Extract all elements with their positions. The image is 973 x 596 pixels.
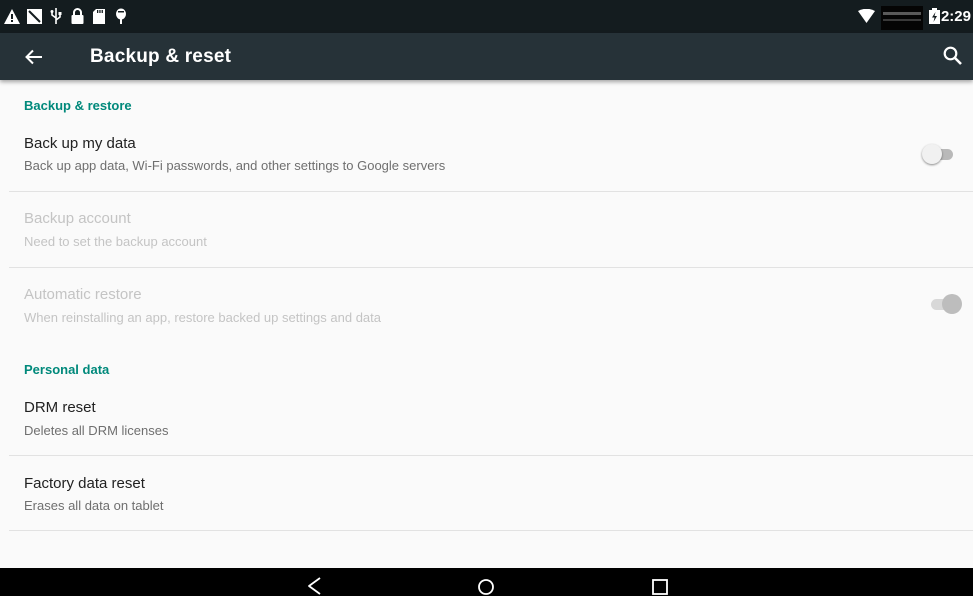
divider [9,267,973,268]
back-up-my-data-switch[interactable] [922,144,956,164]
page-title: Backup & reset [90,46,232,67]
item-title: Factory data reset [24,475,145,492]
back-up-my-data-item[interactable]: Back up my data Back up app data, Wi-Fi … [0,127,973,191]
section-header-personal-data: Personal data [24,362,110,377]
search-icon[interactable] [941,44,965,68]
battery-charging-icon [928,8,940,24]
automatic-restore-item: Automatic restore When reinstalling an a… [0,278,973,342]
automatic-restore-switch [928,294,962,314]
divider [9,191,973,192]
divider [9,530,973,531]
item-summary: Need to set the backup account [24,234,207,249]
item-summary: Deletes all DRM licenses [24,423,169,438]
no-sim-icon [26,8,42,24]
backup-account-item: Backup account Need to set the backup ac… [0,202,973,266]
status-bar-redacted-area [881,5,923,31]
item-title: Automatic restore [24,286,142,303]
item-summary: Erases all data on tablet [24,498,164,513]
divider [9,455,973,456]
settings-list: Backup & restore Back up my data Back up… [0,80,973,568]
app-bar: Backup & reset [0,33,973,80]
item-title: Backup account [24,210,131,227]
navigation-bar [0,568,973,596]
nav-home-icon[interactable] [474,576,498,596]
warning-icon [4,8,20,24]
status-time: 2:29 [940,8,971,25]
bug-icon [114,8,128,24]
section-header-backup-restore: Backup & restore [24,98,132,113]
item-summary: When reinstalling an app, restore backed… [24,310,382,325]
sd-card-icon [92,8,106,24]
status-bar: 2:29 [0,0,973,33]
arrow-back-icon[interactable] [22,45,46,69]
drm-reset-item[interactable]: DRM reset Deletes all DRM licenses [0,391,973,455]
factory-data-reset-item[interactable]: Factory data reset Erases all data on ta… [0,465,973,529]
nav-recents-icon[interactable] [648,576,672,596]
item-title: Back up my data [24,135,136,152]
usb-icon [49,8,63,24]
lock-icon [70,8,84,24]
item-title: DRM reset [24,399,96,416]
wifi-icon [857,8,875,24]
item-summary: Back up app data, Wi-Fi passwords, and o… [24,158,446,173]
nav-back-icon[interactable] [302,576,326,596]
